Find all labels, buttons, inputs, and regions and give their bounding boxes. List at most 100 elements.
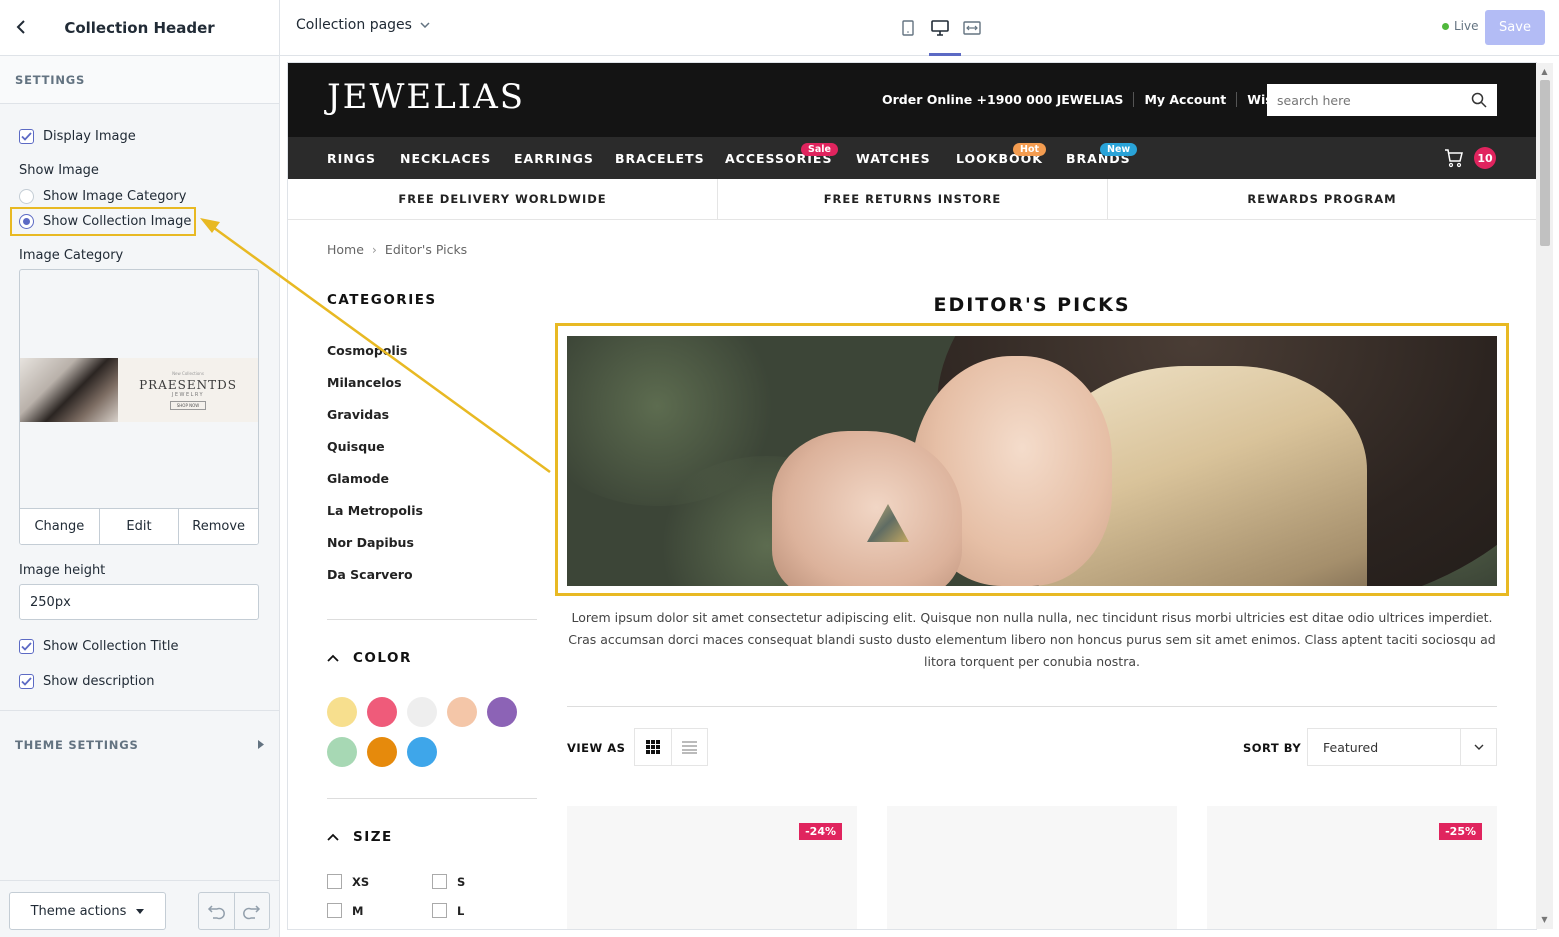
mobile-view-button[interactable]: [892, 0, 924, 56]
product-card[interactable]: [887, 806, 1177, 929]
show-collection-title-checkbox[interactable]: Show Collection Title: [19, 634, 179, 658]
redo-button[interactable]: [235, 893, 270, 929]
nav-brands[interactable]: BRANDS New: [1066, 143, 1138, 166]
desktop-view-button[interactable]: [924, 0, 961, 56]
thumbnail-photo: [20, 358, 118, 422]
category-link[interactable]: Nor Dapibus: [327, 535, 423, 567]
radio-show-image-category[interactable]: Show Image Category: [19, 184, 186, 208]
category-link[interactable]: Quisque: [327, 439, 423, 471]
store-search-input[interactable]: [1277, 92, 1471, 108]
nav-watches[interactable]: WATCHES: [856, 151, 931, 166]
checkbox-box[interactable]: [19, 673, 34, 689]
size-option-xs[interactable]: XS: [327, 874, 369, 889]
collection-description: Lorem ipsum dolor sit amet consectetur a…: [568, 610, 1496, 669]
size-checkbox[interactable]: [327, 874, 342, 889]
swatch-white[interactable]: [407, 697, 437, 727]
settings-sidebar: Collection Header SETTINGS Display Image…: [0, 0, 280, 937]
product-card[interactable]: -24%: [567, 806, 857, 929]
nav-rings[interactable]: RINGS: [327, 151, 376, 166]
radio-show-collection-image[interactable]: Show Collection Image: [19, 209, 191, 233]
size-checkbox[interactable]: [432, 903, 447, 918]
swatch-blue[interactable]: [407, 737, 437, 767]
settings-section-title: SETTINGS: [0, 56, 279, 104]
chevron-down-icon: [420, 22, 430, 28]
nav-lookbook[interactable]: LOOKBOOK Hot: [956, 143, 1047, 166]
scroll-up-arrow[interactable]: ▲: [1540, 67, 1549, 76]
checkmark-icon: [21, 641, 32, 651]
image-height-input[interactable]: [19, 584, 259, 620]
remove-image-button[interactable]: Remove: [179, 509, 258, 544]
undo-redo-group: [198, 892, 270, 930]
page-type-select[interactable]: Collection pages: [296, 17, 430, 33]
search-icon[interactable]: [1471, 92, 1487, 108]
fullscreen-icon: [963, 21, 981, 35]
nav-accessories[interactable]: ACCESSORIES Sale: [725, 143, 838, 166]
swatch-yellow[interactable]: [327, 697, 357, 727]
scroll-thumb[interactable]: [1540, 80, 1550, 246]
nav-earrings[interactable]: EARRINGS: [514, 151, 594, 166]
categories-list: Cosmopolis Milancelos Gravidas Quisque G…: [327, 343, 423, 599]
save-button[interactable]: Save: [1485, 10, 1545, 45]
promo-delivery: FREE DELIVERY WORLDWIDE: [288, 179, 718, 219]
list-view-button[interactable]: [672, 729, 708, 765]
fullscreen-view-button[interactable]: [956, 0, 988, 56]
chevron-down-icon: [1474, 744, 1483, 750]
sort-select[interactable]: Featured: [1307, 728, 1497, 766]
nav-necklaces[interactable]: NECKLACES: [400, 151, 491, 166]
size-label: L: [457, 903, 465, 918]
size-checkbox[interactable]: [432, 874, 447, 889]
sale-badge: Sale: [801, 143, 838, 156]
editor-topbar: Collection pages Live Save: [280, 0, 1559, 56]
swatch-pink[interactable]: [367, 697, 397, 727]
product-card[interactable]: -25%: [1207, 806, 1497, 929]
breadcrumb-home[interactable]: Home: [327, 242, 364, 257]
store-logo[interactable]: JEWELIAS: [327, 77, 525, 117]
cart-button[interactable]: [1444, 148, 1464, 172]
size-checkbox[interactable]: [327, 903, 342, 918]
category-link[interactable]: Cosmopolis: [327, 343, 423, 375]
scroll-down-arrow[interactable]: ▼: [1540, 915, 1549, 924]
display-image-checkbox[interactable]: Display Image: [19, 124, 136, 148]
swatch-purple[interactable]: [487, 697, 517, 727]
display-image-label: Display Image: [43, 128, 136, 144]
radio-circle-selected[interactable]: [19, 213, 34, 229]
checkbox-box[interactable]: [19, 638, 34, 654]
mobile-icon: [902, 20, 914, 36]
order-online-link[interactable]: Order Online +1900 000 JEWELIAS: [882, 92, 1133, 107]
checkmark-icon: [21, 131, 32, 141]
category-link[interactable]: Da Scarvero: [327, 567, 423, 599]
color-filter-toggle[interactable]: COLOR: [327, 650, 412, 666]
redo-icon: [242, 905, 260, 920]
checkmark-icon: [21, 676, 32, 686]
category-link[interactable]: Glamode: [327, 471, 423, 503]
show-description-checkbox[interactable]: Show description: [19, 669, 155, 693]
radio-circle[interactable]: [19, 188, 34, 204]
grid-view-button[interactable]: [635, 729, 672, 765]
category-link[interactable]: Gravidas: [327, 407, 423, 439]
theme-actions-button[interactable]: Theme actions: [9, 892, 166, 930]
category-link[interactable]: La Metropolis: [327, 503, 423, 535]
swatch-green[interactable]: [327, 737, 357, 767]
back-button[interactable]: [10, 16, 32, 38]
image-height-label: Image height: [19, 563, 106, 578]
size-option-l[interactable]: L: [432, 903, 464, 918]
breadcrumb-separator: ›: [371, 242, 377, 257]
size-option-m[interactable]: M: [327, 903, 363, 918]
image-category-label: Image Category: [19, 248, 124, 263]
edit-image-button[interactable]: Edit: [99, 509, 180, 544]
size-filter-toggle[interactable]: SIZE: [327, 829, 393, 845]
promo-returns: FREE RETURNS INSTORE: [718, 179, 1108, 219]
breadcrumb-current: Editor's Picks: [384, 242, 468, 257]
my-account-link[interactable]: My Account: [1133, 92, 1236, 107]
nav-bracelets[interactable]: BRACELETS: [615, 151, 705, 166]
category-link[interactable]: Milancelos: [327, 375, 423, 407]
checkbox-box[interactable]: [19, 128, 34, 144]
preview-scrollbar[interactable]: ▲ ▼: [1536, 63, 1553, 929]
size-option-s[interactable]: S: [432, 874, 465, 889]
change-image-button[interactable]: Change: [20, 509, 100, 544]
theme-settings-toggle[interactable]: THEME SETTINGS: [0, 710, 279, 778]
radio-label: Show Collection Image: [43, 213, 192, 229]
undo-button[interactable]: [199, 893, 235, 929]
swatch-peach[interactable]: [447, 697, 477, 727]
swatch-orange[interactable]: [367, 737, 397, 767]
